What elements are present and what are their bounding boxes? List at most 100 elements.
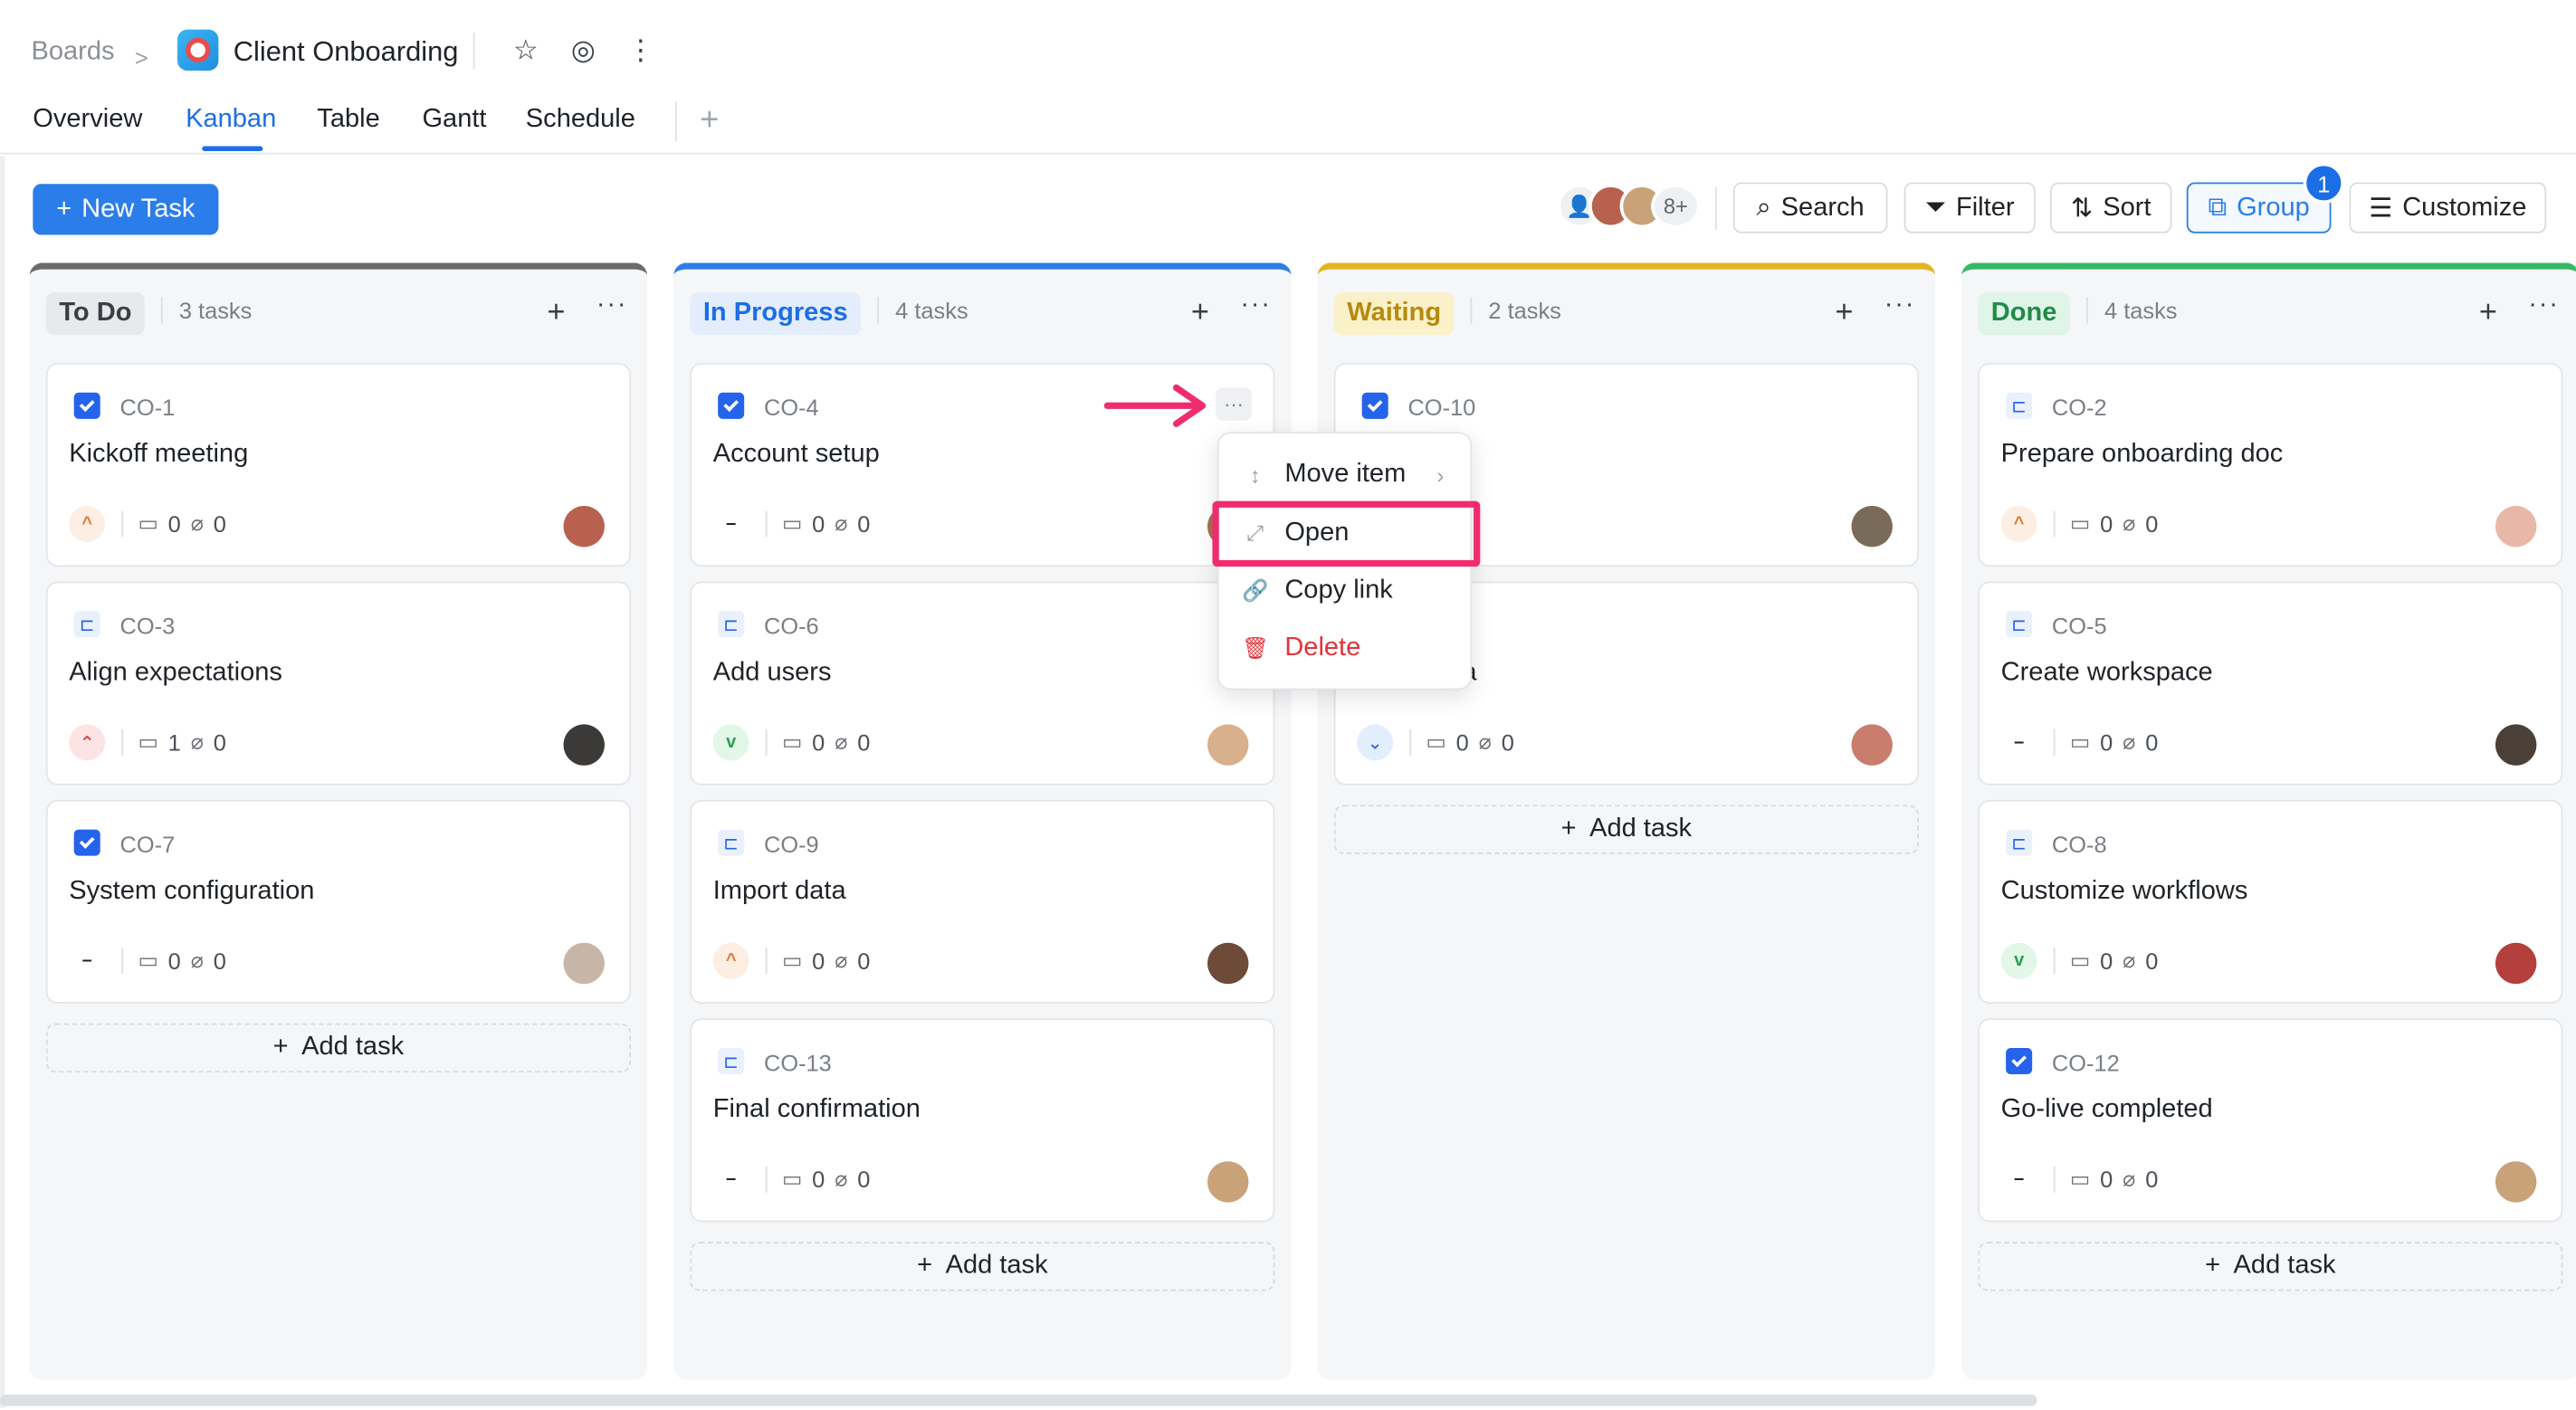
assignee-avatar[interactable] [1851,724,1893,766]
column-title: Waiting [1333,292,1455,336]
assignee-avatar[interactable] [2495,724,2537,766]
attachment-icon: ⌀ [2123,1166,2136,1191]
card-meta: ▭ 0 ⌀ 0 [765,510,870,538]
column-more-icon[interactable]: ··· [1240,291,1271,320]
tab-schedule[interactable]: Schedule [526,105,635,141]
menu-item-delete[interactable]: 🗑 Delete [1219,626,1471,672]
comment-count: 0 [2100,729,2113,756]
left-scroll-track [0,156,5,1408]
tab-table[interactable]: Table [317,105,379,141]
add-view-icon[interactable]: + [700,102,719,140]
menu-item-copy-link[interactable]: 🔗 Copy link [1219,568,1471,614]
card-meta: ▭ 0 ⌀ 0 [2053,948,2158,975]
column-more-icon[interactable]: ··· [1884,291,1915,320]
tab-gantt[interactable]: Gantt [422,105,486,141]
subtask-type-icon: ⊏ [2006,829,2033,856]
attachment-icon: ⌀ [835,1166,848,1191]
card-id: CO-12 [2051,1049,2120,1076]
comment-count: 0 [167,510,181,538]
attachment-icon: ⌀ [1478,729,1492,755]
card-more-button[interactable]: ··· [1216,387,1253,421]
column-task-count: 4 tasks [2086,297,2178,324]
task-card[interactable]: CO-12 Go-live completed – ▭ 0 ⌀ 0 [1978,1018,2563,1223]
new-task-button[interactable]: + New Task [33,184,219,235]
assignee-avatar[interactable] [1207,724,1249,766]
attachment-icon: ⌀ [2123,510,2136,536]
subtask-type-icon: ⊏ [73,611,100,638]
task-card[interactable]: ⊏ CO-3 Align expectations ⌃ ▭ 1 ⌀ 0 [45,581,631,786]
comment-count: 0 [812,510,825,538]
task-card[interactable]: CO-1 Kickoff meeting ^ ▭ 0 ⌀ 0 [45,363,631,567]
card-id: CO-2 [2051,394,2107,421]
task-card[interactable]: ⊏ CO-5 Create workspace – ▭ 0 ⌀ 0 [1978,581,2563,786]
assignee-avatar[interactable] [563,942,605,985]
attachment-count: 0 [857,729,871,756]
add-task-button[interactable]: + Add task [690,1242,1275,1291]
breadcrumb-separator: > [134,44,148,71]
plus-icon: + [56,195,72,223]
add-card-icon[interactable]: + [2479,296,2497,332]
sort-button[interactable]: ⇅ Sort [2050,182,2172,233]
divider [472,33,475,70]
tab-overview[interactable]: Overview [33,105,142,141]
task-card[interactable]: CO-7 System configuration – ▭ 0 ⌀ 0 [45,799,631,1004]
card-title: Final confirmation [712,1095,921,1124]
board-title[interactable]: Client Onboarding [234,31,459,73]
more-vertical-icon[interactable]: ⋮ [623,33,659,69]
add-card-icon[interactable]: + [1835,296,1853,332]
horizontal-scrollbar[interactable] [0,1394,2037,1406]
task-card[interactable]: ⊏ CO-6 Add users v ▭ 0 ⌀ 0 [690,581,1275,786]
attachment-count: 0 [213,510,226,538]
menu-item-move[interactable]: ↕ Move item › [1219,452,1471,498]
search-button[interactable]: ⌕ Search [1732,182,1888,233]
attachment-icon: ⌀ [190,510,204,536]
add-task-button[interactable]: + Add task [1333,805,1919,854]
task-type-icon [1361,392,1388,419]
assignee-avatar[interactable] [2495,942,2537,985]
task-card[interactable]: ⊏ CO-9 Import data ^ ▭ 0 ⌀ 0 [690,799,1275,1004]
add-card-icon[interactable]: + [547,296,565,332]
column-more-icon[interactable]: ··· [596,291,627,320]
assignee-avatar[interactable] [1851,506,1893,548]
avatar-more-count: 8+ [1651,184,1701,229]
add-task-button[interactable]: + Add task [45,1023,631,1073]
breadcrumb-boards[interactable]: Boards [31,31,114,73]
task-card[interactable]: ⊏ CO-2 Prepare onboarding doc ^ ▭ 0 ⌀ 0 [1978,363,2563,567]
task-card[interactable]: ⊏ CO-13 Final confirmation – ▭ 0 ⌀ 0 [690,1018,1275,1223]
column-more-icon[interactable]: ··· [2528,291,2559,320]
column-title: To Do [45,292,145,336]
comment-icon: ▭ [781,729,803,755]
assignee-avatar[interactable] [1207,1161,1249,1203]
subtask-type-icon: ⊏ [718,1047,745,1075]
task-type-icon [718,392,745,419]
priority-high-icon: ^ [69,506,106,542]
trash-icon: 🗑 [1242,635,1270,661]
star-icon[interactable]: ☆ [508,33,544,69]
card-id: CO-1 [119,394,176,421]
priority-low-icon: v [2000,942,2037,979]
tab-kanban[interactable]: Kanban [186,105,276,141]
card-id: CO-7 [119,831,176,858]
comment-icon: ▭ [138,948,158,973]
column-to-do: To Do 3 tasks + ··· CO-1 Kickoff meeting ^ ▭ 0 ⌀ 0… [29,262,648,1380]
assignee-avatar[interactable] [1207,942,1249,985]
share-icon[interactable]: ◎ [565,33,601,69]
comment-icon: ▭ [2069,510,2091,536]
filter-button[interactable]: ⏷ Filter [1903,182,2036,233]
assignee-avatar[interactable] [563,724,605,766]
customize-button[interactable]: ☰ Customize [2349,182,2547,233]
column-header: Waiting 2 tasks + ··· [1318,270,1935,362]
task-card[interactable]: ⊏ CO-8 Customize workflows v ▭ 0 ⌀ 0 [1978,799,2563,1004]
assignee-avatar[interactable] [2495,1161,2537,1203]
plus-icon: + [917,1252,933,1280]
member-avatars[interactable]: 👤 8+ [1557,184,1701,230]
annotation-arrow [1103,384,1207,427]
subtask-type-icon: ⊏ [2006,392,2033,419]
add-task-button[interactable]: + Add task [1978,1242,2563,1291]
subtask-type-icon: ⊏ [718,611,745,638]
add-card-icon[interactable]: + [1191,296,1209,332]
comment-icon: ▭ [138,510,158,536]
assignee-avatar[interactable] [2495,506,2537,548]
assignee-avatar[interactable] [563,506,605,548]
comment-count: 0 [167,948,181,975]
